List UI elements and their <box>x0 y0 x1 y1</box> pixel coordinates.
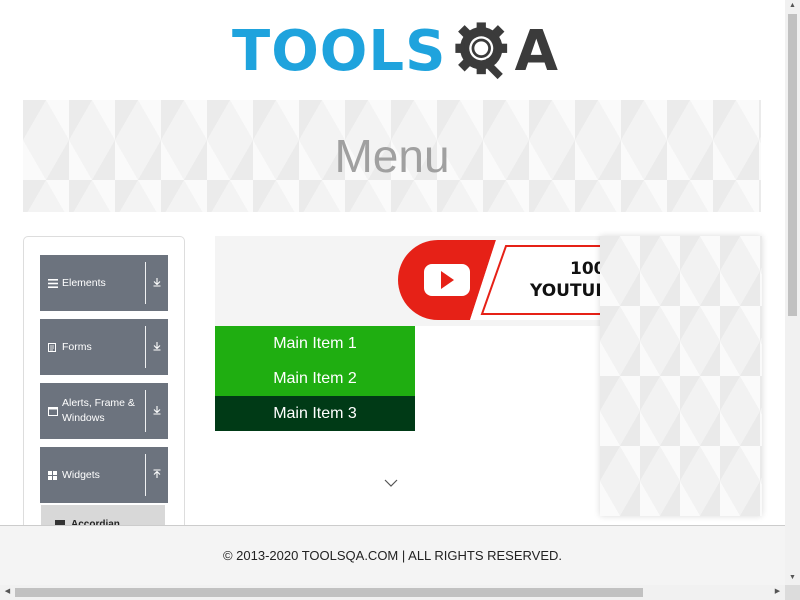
menu-item-1[interactable]: Main Item 1 <box>215 326 415 361</box>
gear-magnifier-icon <box>455 22 508 80</box>
divider <box>145 390 146 432</box>
vertical-scrollbar[interactable]: ▲ ▼ <box>785 0 800 585</box>
divider <box>145 326 146 368</box>
grid-icon <box>40 470 62 480</box>
youtube-ad-badge[interactable]: 1000 YOUTUBE <box>398 238 608 322</box>
vertical-scroll-thumb[interactable] <box>788 14 797 316</box>
horizontal-scroll-thumb[interactable] <box>15 588 643 597</box>
hamburger-icon <box>40 278 62 288</box>
scroll-up-arrow[interactable]: ▲ <box>785 0 800 12</box>
logo-a-text: A <box>514 19 558 84</box>
menu-item-2[interactable]: Main Item 2 <box>215 361 415 396</box>
copyright-text: © 2013-2020 TOOLSQA.COM | ALL RIGHTS RES… <box>222 548 563 563</box>
sidebar-group-elements[interactable]: Elements <box>40 255 168 311</box>
sidebar-group-label: Elements <box>62 276 106 289</box>
sidebar-group-label: Widgets <box>62 468 100 481</box>
sidebar-group-forms[interactable]: Forms <box>40 319 168 375</box>
upload-icon[interactable] <box>146 468 168 482</box>
window-icon <box>40 406 62 416</box>
sidebar-group-widgets[interactable]: Widgets <box>40 447 168 503</box>
divider <box>145 454 146 496</box>
sidebar-group-alerts[interactable]: Alerts, Frame & Windows <box>40 383 168 439</box>
chevron-down-icon[interactable] <box>384 478 398 488</box>
sidebar-group-label: Forms <box>62 340 92 353</box>
document-icon <box>40 342 62 352</box>
horizontal-scrollbar[interactable]: ◀ ▶ <box>0 585 785 600</box>
download-icon[interactable] <box>146 277 168 290</box>
main-menu: Main Item 1 Main Item 2 Main Item 3 <box>215 326 415 431</box>
scroll-right-arrow[interactable]: ▶ <box>770 586 785 598</box>
youtube-text: YOUTUBE <box>529 281 608 301</box>
scrollbar-corner <box>785 585 800 600</box>
footer: © 2013-2020 TOOLSQA.COM | ALL RIGHTS RES… <box>0 525 785 585</box>
download-icon[interactable] <box>146 405 168 418</box>
logo-tools-text: TOOLS <box>232 19 447 84</box>
page-title: Menu <box>334 130 450 182</box>
sidebar-group-label: Alerts, Frame & Windows <box>62 397 135 424</box>
scroll-down-arrow[interactable]: ▼ <box>785 572 800 584</box>
download-icon[interactable] <box>146 341 168 354</box>
toolsqa-logo[interactable]: TOOLS A <box>232 14 558 90</box>
menu-item-3[interactable]: Main Item 3 <box>215 396 415 431</box>
page-banner: Menu <box>23 100 761 212</box>
side-ad[interactable] <box>600 236 762 516</box>
sidebar: Elements Forms Alerts, Frame & Windows W… <box>23 236 185 536</box>
divider <box>145 262 146 304</box>
scroll-left-arrow[interactable]: ◀ <box>0 586 15 598</box>
